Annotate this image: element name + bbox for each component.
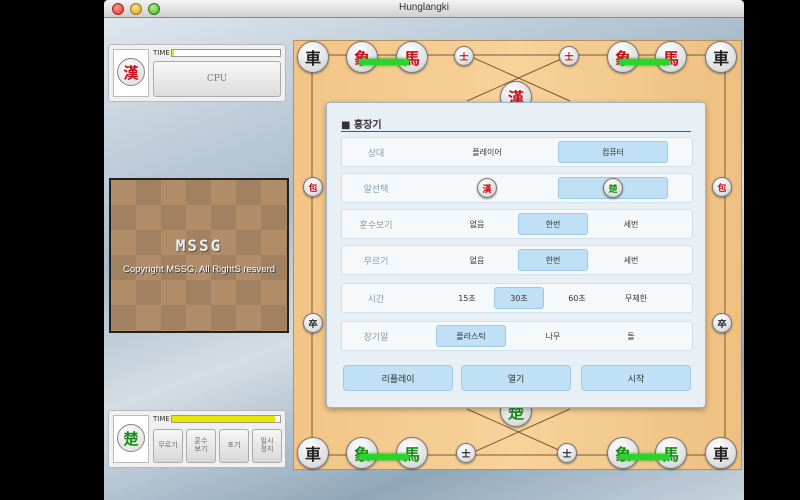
bottom-time-fill [172, 416, 275, 422]
bottom-chariot-right[interactable]: 車 [705, 437, 737, 469]
top-player-piece-frame: 漢 [113, 49, 149, 97]
row-label-piece-select: 알선택 [363, 184, 389, 195]
row-piece-material: 장기알 플라스틱 나무 돌 [341, 321, 693, 351]
swap-arrow-bottom-left [359, 454, 409, 460]
row-time: 시간 15초 30초 60초 무제한 [341, 283, 693, 313]
game-settings-dialog: ■ 홍장기 상대 플레이어 컴퓨터 알선택 漢 楚 훈수보기 없음 한번 세번 … [326, 102, 706, 408]
bottom-elephant-right[interactable]: 象 [607, 437, 639, 469]
bottom-horse-right[interactable]: 馬 [655, 437, 687, 469]
han-piece-icon: 漢 [117, 58, 145, 86]
option-han[interactable]: 漢 [432, 177, 542, 199]
right-cannon[interactable]: 包 [712, 177, 732, 197]
option-computer[interactable]: 컴퓨터 [558, 141, 668, 163]
option-hint-three[interactable]: 세번 [596, 213, 666, 235]
dialog-title-divider [341, 131, 691, 132]
row-label-time: 시간 [367, 294, 385, 305]
swap-arrow-top-right [619, 59, 669, 65]
cho-option-icon: 楚 [603, 178, 623, 198]
replay-button[interactable]: 리플레이 [343, 365, 453, 391]
bottom-advisor-right[interactable]: 士 [557, 443, 577, 463]
bottom-time-label: TIME [153, 415, 170, 423]
control-buttons: 무르기 훈수 보기 포기 일시 정지 [153, 429, 282, 463]
bottom-advisor-left[interactable]: 士 [456, 443, 476, 463]
option-cho[interactable]: 楚 [558, 177, 668, 199]
row-piece-select: 알선택 漢 楚 [341, 173, 693, 203]
option-stone[interactable]: 돌 [596, 325, 666, 347]
option-time-60[interactable]: 60초 [552, 287, 602, 309]
top-advisor-right[interactable]: 士 [559, 46, 579, 66]
mssg-logo: MSSG [175, 236, 223, 255]
option-undo-three[interactable]: 세번 [596, 249, 666, 271]
top-horse-right[interactable]: 馬 [655, 41, 687, 73]
copyright-text: Copyright MSSG, All RightS resverd [122, 264, 276, 275]
option-time-15[interactable]: 15초 [442, 287, 492, 309]
start-button[interactable]: 시작 [581, 365, 691, 391]
top-elephant-left[interactable]: 象 [346, 41, 378, 73]
swap-arrow-bottom-right [619, 454, 669, 460]
undo-button[interactable]: 무르기 [153, 429, 183, 463]
bottom-player-panel: 楚 TIME 무르기 훈수 보기 포기 일시 정지 [108, 410, 286, 468]
row-hint: 훈수보기 없음 한번 세번 [341, 209, 693, 239]
han-option-icon: 漢 [477, 178, 497, 198]
bottom-player-piece-frame: 楚 [113, 415, 149, 463]
logo-panel: MSSG Copyright MSSG, All RightS resverd [109, 178, 289, 333]
hint-button[interactable]: 훈수 보기 [186, 429, 216, 463]
top-chariot-right[interactable]: 車 [705, 41, 737, 73]
window-title: Hunglangki [398, 2, 450, 13]
top-time-bar [171, 49, 281, 57]
row-opponent: 상대 플레이어 컴퓨터 [341, 137, 693, 167]
left-soldier[interactable]: 卒 [303, 313, 323, 333]
row-label-opponent: 상대 [367, 148, 385, 159]
cho-piece-icon: 楚 [117, 424, 145, 452]
option-player[interactable]: 플레이어 [432, 141, 542, 163]
top-time-fill [172, 50, 175, 56]
top-time-label: TIME [153, 49, 170, 57]
open-button[interactable]: 열기 [461, 365, 571, 391]
option-wood[interactable]: 나무 [518, 325, 588, 347]
bottom-horse-left[interactable]: 馬 [396, 437, 428, 469]
option-undo-once[interactable]: 한번 [518, 249, 588, 271]
swap-arrow-top-left [359, 59, 409, 65]
top-horse-left[interactable]: 馬 [396, 41, 428, 73]
resign-button[interactable]: 포기 [219, 429, 249, 463]
row-undo: 무르기 없음 한번 세번 [341, 245, 693, 275]
top-elephant-right[interactable]: 象 [607, 41, 639, 73]
cpu-button[interactable]: CPU [153, 61, 281, 97]
option-time-30[interactable]: 30초 [494, 287, 544, 309]
row-label-hint: 훈수보기 [359, 220, 393, 231]
row-label-undo: 무르기 [363, 256, 389, 267]
dialog-title: ■ 홍장기 [341, 120, 382, 131]
bottom-time-bar [171, 415, 281, 423]
bottom-chariot-left[interactable]: 車 [297, 437, 329, 469]
bottom-elephant-left[interactable]: 象 [346, 437, 378, 469]
option-hint-once[interactable]: 한번 [518, 213, 588, 235]
top-player-panel: 漢 TIME CPU [108, 44, 286, 102]
left-cannon[interactable]: 包 [303, 177, 323, 197]
option-time-unlimited[interactable]: 무제한 [606, 287, 666, 309]
top-chariot-left[interactable]: 車 [297, 41, 329, 73]
option-plastic[interactable]: 플라스틱 [436, 325, 506, 347]
title-bar: Hunglangki [104, 0, 744, 18]
option-undo-none[interactable]: 없음 [442, 249, 512, 271]
row-label-piece-material: 장기알 [363, 332, 389, 343]
top-advisor-left[interactable]: 士 [454, 46, 474, 66]
option-hint-none[interactable]: 없음 [442, 213, 512, 235]
right-soldier[interactable]: 卒 [712, 313, 732, 333]
pause-button[interactable]: 일시 정지 [252, 429, 282, 463]
